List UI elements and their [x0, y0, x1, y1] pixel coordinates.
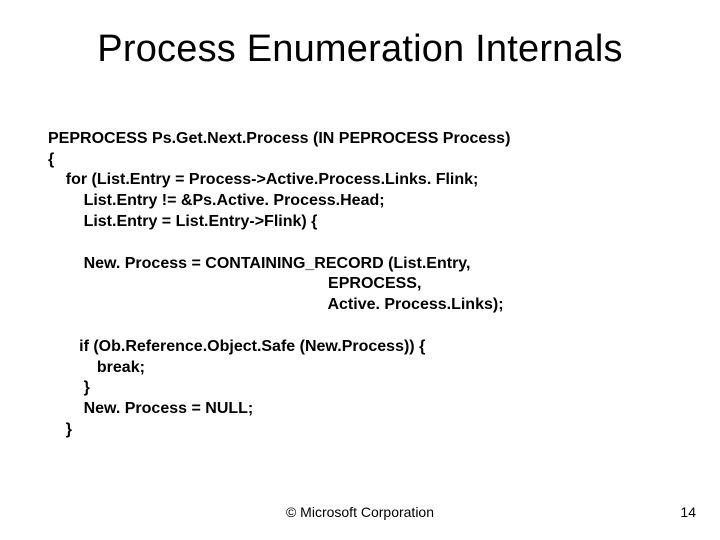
slide-title: Process Enumeration Internals — [0, 28, 720, 71]
code-line: List.Entry = List.Entry->Flink) { — [48, 213, 317, 230]
code-line: New. Process = NULL; — [48, 400, 253, 417]
code-line: New. Process = CONTAINING_RECORD (List.E… — [48, 255, 470, 272]
footer-copyright: © Microsoft Corporation — [0, 504, 720, 520]
code-line: } — [48, 379, 90, 396]
code-line: { — [48, 151, 54, 168]
page-number: 14 — [680, 504, 696, 520]
code-line: Active. Process.Links); — [48, 296, 504, 313]
code-line: List.Entry != &Ps.Active. Process.Head; — [48, 192, 385, 209]
code-line: EPROCESS, — [48, 275, 421, 292]
code-line: for (List.Entry = Process->Active.Proces… — [48, 171, 478, 188]
code-line: if (Ob.Reference.Object.Safe (New.Proces… — [48, 338, 425, 355]
code-line: break; — [48, 359, 145, 376]
code-line: } — [48, 421, 72, 438]
code-block: PEPROCESS Ps.Get.Next.Process (IN PEPROC… — [48, 108, 680, 441]
slide: Process Enumeration Internals PEPROCESS … — [0, 0, 720, 540]
code-line: PEPROCESS Ps.Get.Next.Process (IN PEPROC… — [48, 130, 510, 147]
